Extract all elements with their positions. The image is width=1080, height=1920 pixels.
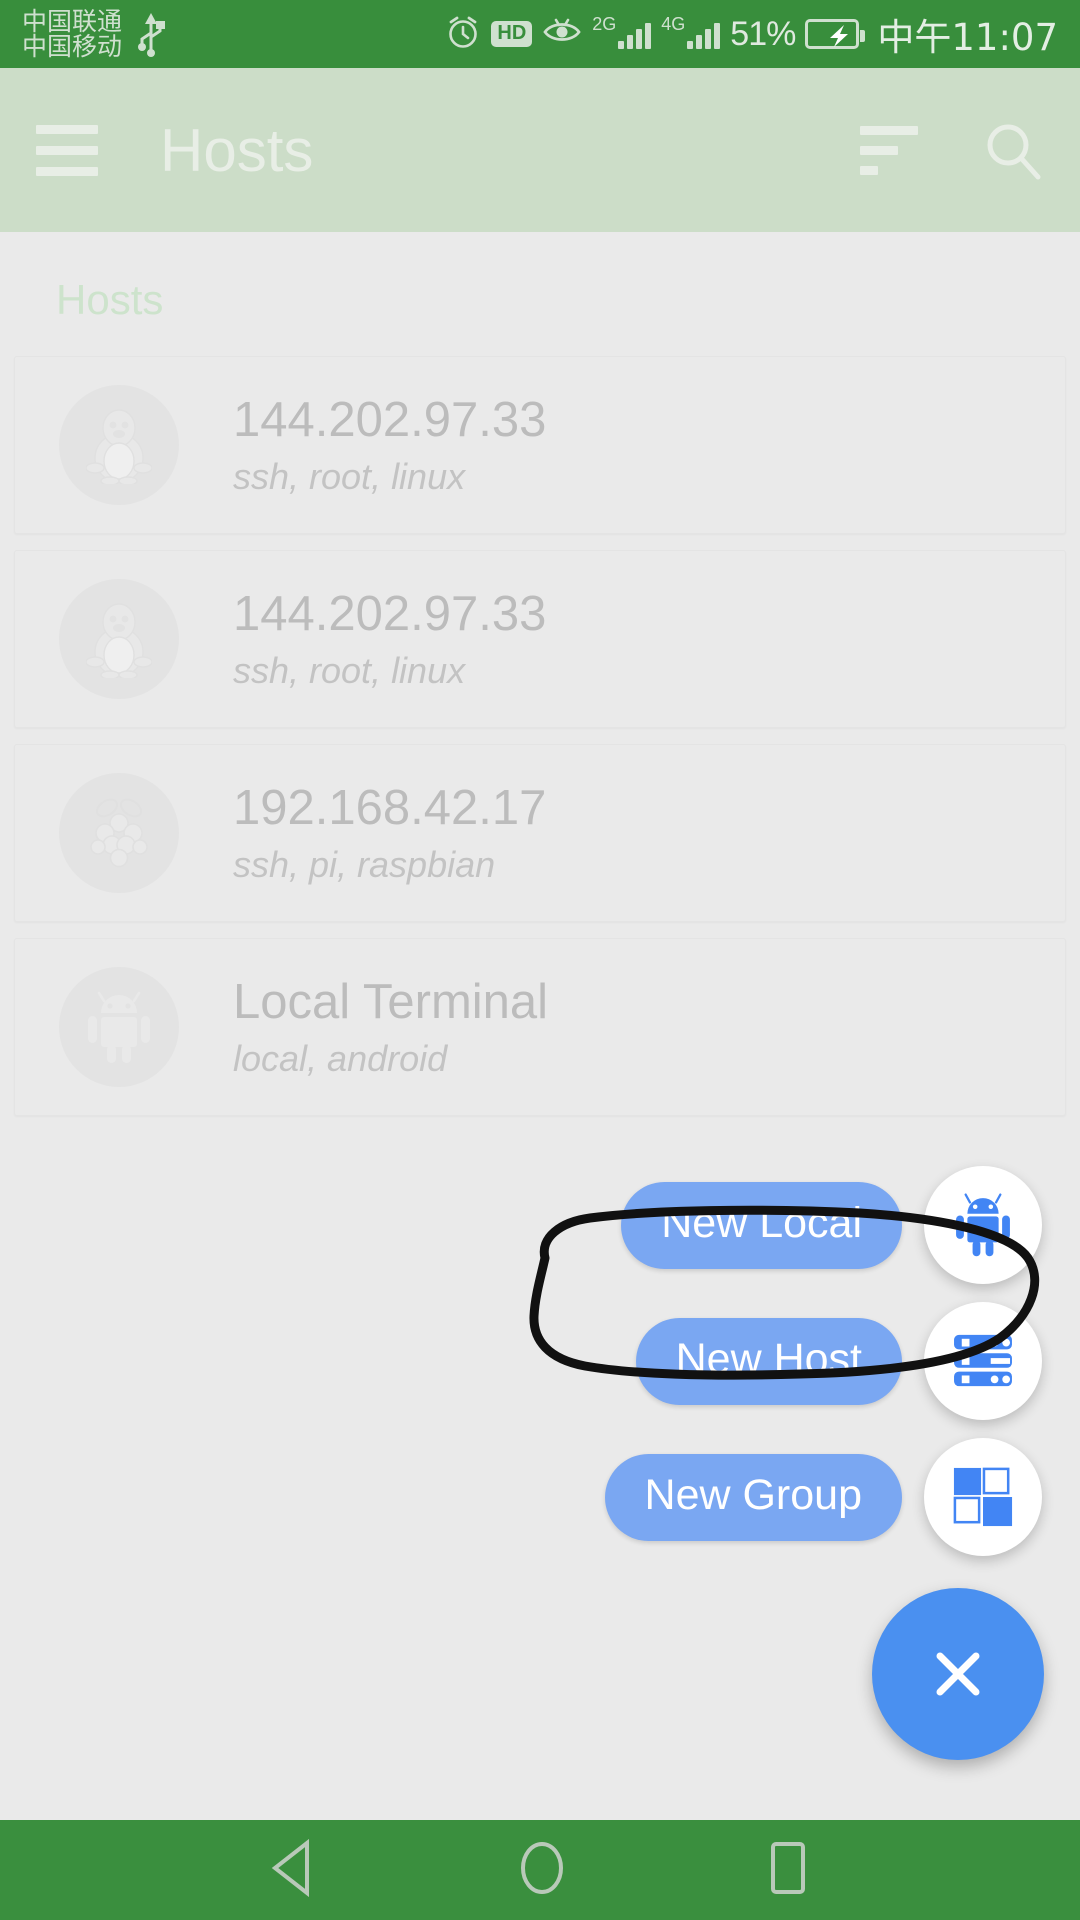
signal-bars-4g (687, 19, 721, 49)
carrier-primary: 中国联通 (22, 7, 123, 36)
host-list-item[interactable]: 144.202.97.33 ssh, root, linux (14, 550, 1066, 728)
host-list-item[interactable]: 144.202.97.33 ssh, root, linux (14, 356, 1066, 534)
network-4g-label: 4G (661, 14, 686, 34)
android-robot-icon (59, 967, 179, 1087)
host-list: 144.202.97.33 ssh, root, linux 144.202.9… (0, 356, 1080, 1116)
host-item-text: 144.202.97.33 ssh, root, linux (233, 392, 546, 498)
fab-label-new-group[interactable]: New Group (604, 1453, 902, 1541)
battery-percent: 51% (730, 14, 796, 53)
host-item-text: Local Terminal local, android (233, 974, 548, 1080)
android-nav-bar (0, 1820, 1080, 1920)
raspberry-pi-icon (59, 773, 179, 893)
status-clock: 中午11:07 (877, 16, 1058, 59)
signal-2g: 2G (592, 15, 652, 49)
host-name: 144.202.97.33 (233, 392, 547, 447)
fab-close-button[interactable] (872, 1588, 1044, 1760)
section-header: Hosts (56, 276, 164, 323)
signal-bars-2g (618, 19, 652, 49)
back-triangle-icon[interactable] (267, 1838, 323, 1902)
host-details: ssh, root, linux (233, 650, 466, 692)
host-list-item[interactable]: 192.168.42.17 ssh, pi, raspbian (14, 744, 1066, 922)
host-details: ssh, root, linux (233, 456, 466, 498)
carrier-names: 中国联通 中国移动 (22, 9, 122, 59)
server-rack-icon[interactable] (924, 1302, 1042, 1420)
tux-penguin-icon (59, 579, 179, 699)
host-list-item[interactable]: Local Terminal local, android (14, 938, 1066, 1116)
carrier-secondary: 中国移动 (22, 32, 123, 61)
usb-icon (136, 11, 166, 57)
close-icon (936, 1652, 980, 1696)
host-name: 192.168.42.17 (233, 780, 547, 835)
app-bar-actions (860, 119, 1044, 181)
network-2g-label: 2G (592, 14, 617, 34)
host-details: ssh, pi, raspbian (233, 844, 496, 886)
sort-icon[interactable] (860, 125, 918, 175)
fab-label-new-local[interactable]: New Local (621, 1181, 902, 1269)
phone-screen: 中国联通 中国移动 HD 2G 4G 51% 中午11:07 Hosts Hos… (0, 0, 1080, 1920)
fab-label-new-host[interactable]: New Host (635, 1317, 902, 1405)
fab-action-new-host[interactable]: New Host (635, 1302, 1042, 1420)
signal-4g: 4G (661, 15, 721, 49)
page-title: Hosts (160, 116, 314, 184)
eye-icon (542, 15, 582, 54)
hd-badge: HD (491, 21, 533, 47)
fab-speed-dial: New Local New Host New Group (604, 1166, 1044, 1760)
hamburger-menu-icon[interactable] (36, 124, 98, 176)
host-name: 144.202.97.33 (233, 586, 547, 641)
host-item-text: 144.202.97.33 ssh, root, linux (233, 586, 546, 692)
host-item-text: 192.168.42.17 ssh, pi, raspbian (233, 780, 546, 886)
android-robot-icon[interactable] (924, 1166, 1042, 1284)
fab-action-new-group[interactable]: New Group (604, 1438, 1042, 1556)
status-icons: HD 2G 4G 51% 中午11:07 (445, 7, 1058, 61)
tux-penguin-icon (59, 385, 179, 505)
group-grid-icon[interactable] (924, 1438, 1042, 1556)
battery-charging-icon (805, 19, 866, 49)
search-icon[interactable] (982, 119, 1044, 181)
recents-square-icon[interactable] (761, 1839, 813, 1902)
status-bar: 中国联通 中国移动 HD 2G 4G 51% 中午11:07 (0, 0, 1080, 68)
host-details: local, android (233, 1038, 448, 1080)
app-bar: Hosts (0, 68, 1080, 232)
home-circle-icon[interactable] (516, 1839, 568, 1902)
fab-action-new-local[interactable]: New Local (621, 1166, 1042, 1284)
alarm-clock-icon (445, 14, 481, 55)
host-name: Local Terminal (233, 974, 549, 1029)
